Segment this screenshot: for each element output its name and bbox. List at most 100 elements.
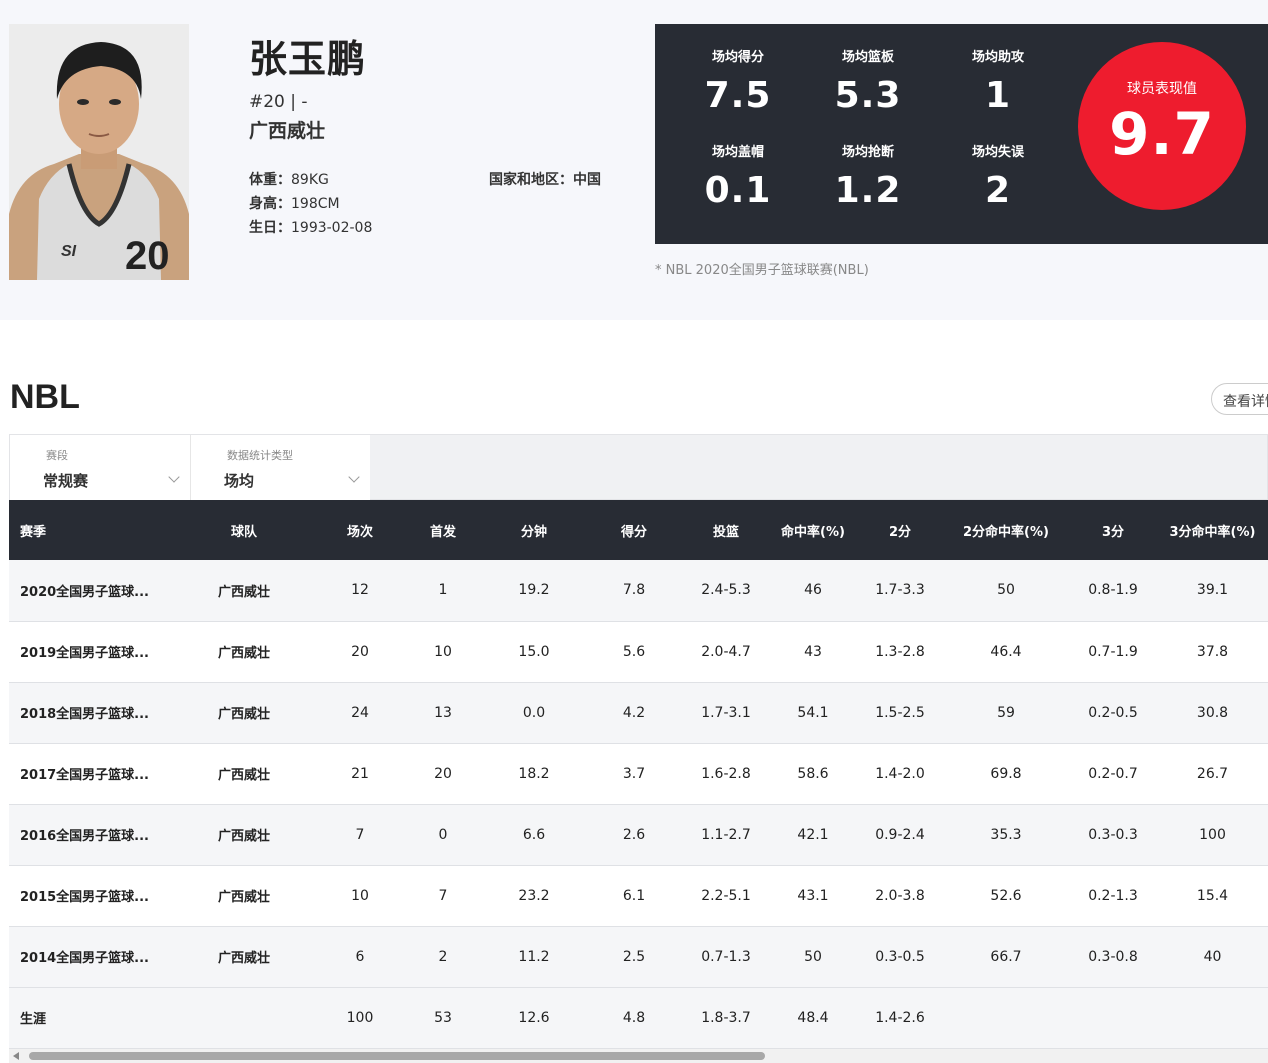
season-cell: 2019全国男子篮球... bbox=[9, 621, 171, 683]
team-cell[interactable]: 广西威壮 bbox=[171, 865, 317, 927]
weight-label: 体重： bbox=[249, 172, 291, 188]
stat-cell: 43 bbox=[769, 621, 857, 683]
stat-cell: 2.2-5.1 bbox=[683, 865, 769, 927]
table-row: 2016全国男子篮球... 广西威壮 7 0 6.6 2.6 1.1-2.7 42.1 0.9-… bbox=[9, 804, 1268, 866]
stat-cell: 2.5 bbox=[585, 926, 683, 988]
filter-bar: 赛段 常规赛 数据统计类型 场均 bbox=[9, 434, 1268, 501]
view-details-button[interactable]: 查看详情 bbox=[1211, 383, 1268, 415]
team-cell[interactable]: 广西威壮 bbox=[171, 743, 317, 805]
table-row: 2014全国男子篮球... 广西威壮 6 2 11.2 2.5 0.7-1.3 50 0.3-0… bbox=[9, 926, 1268, 988]
table-header-row: 赛季 球队 场次 首发 分钟 得分 投篮 命中率(%) 2分 2分命中率(%) … bbox=[9, 500, 1268, 560]
team-cell[interactable]: 广西威壮 bbox=[171, 804, 317, 866]
stat-cell: 54.1 bbox=[769, 682, 857, 744]
stat-cell: 3.7 bbox=[585, 743, 683, 805]
stat-cell: 7.8 bbox=[585, 560, 683, 622]
player-weight: 体重：89KG bbox=[249, 169, 329, 189]
profile-header: SI 20 张玉鹏 #20 | - 广西威壮 体重：89KG 身高：198CM … bbox=[0, 0, 1268, 320]
stat-cell: 2 bbox=[403, 926, 483, 988]
stat-cell: 0.2-1.3 bbox=[1069, 865, 1157, 927]
stat-cell: 50 bbox=[769, 926, 857, 988]
season-cell: 2015全国男子篮球... bbox=[9, 865, 171, 927]
scroll-thumb[interactable] bbox=[29, 1052, 765, 1060]
stat-cell: 7 bbox=[317, 804, 403, 866]
team-cell[interactable]: 广西威壮 bbox=[171, 560, 317, 622]
stat-cell: 0 bbox=[403, 804, 483, 866]
stat-cell: 2.0-4.7 bbox=[683, 621, 769, 683]
team-cell[interactable]: 广西威壮 bbox=[171, 926, 317, 988]
table-row: 2019全国男子篮球... 广西威壮 20 10 15.0 5.6 2.0-4.7 43 1.3… bbox=[9, 621, 1268, 683]
stat-cell: 66.7 bbox=[943, 926, 1069, 988]
stat-cell: 58.6 bbox=[769, 743, 857, 805]
stat-type-select-label: 数据统计类型 bbox=[227, 449, 293, 462]
stat-type-select[interactable]: 数据统计类型 场均 bbox=[190, 435, 370, 501]
country-label: 国家和地区： bbox=[489, 172, 573, 188]
scroll-left-arrow-icon[interactable] bbox=[13, 1052, 19, 1060]
stat-cell: 100 bbox=[1157, 804, 1268, 866]
performance-label: 球员表现值 bbox=[1127, 81, 1197, 97]
performance-score-badge: 球员表现值 9.7 bbox=[1078, 42, 1246, 210]
stat-cell: 48.4 bbox=[769, 987, 857, 1049]
stage-select-value: 常规赛 bbox=[43, 472, 89, 490]
stat-cell: 0.3-0.5 bbox=[857, 926, 943, 988]
stat-blocks-label: 场均盖帽 bbox=[711, 145, 764, 160]
stat-cell: 20 bbox=[403, 743, 483, 805]
stat-cell: 0.9-2.4 bbox=[857, 804, 943, 866]
stat-cell: 37.8 bbox=[1157, 621, 1268, 683]
col-header: 投篮 bbox=[683, 500, 769, 560]
player-name: 张玉鹏 bbox=[249, 37, 367, 81]
col-header: 赛季 bbox=[9, 500, 171, 560]
col-header: 球队 bbox=[171, 500, 317, 560]
stat-cell: 6.6 bbox=[483, 804, 585, 866]
stat-cell: 1.7-3.1 bbox=[683, 682, 769, 744]
table-row: 2018全国男子篮球... 广西威壮 24 13 0.0 4.2 1.7-3.1 54.1 1.… bbox=[9, 682, 1268, 744]
stat-cell: 59 bbox=[943, 682, 1069, 744]
birth-value: 1993-02-08 bbox=[291, 220, 373, 236]
col-header: 2分命中率(%) bbox=[943, 500, 1069, 560]
stage-select[interactable]: 赛段 常规赛 bbox=[10, 435, 190, 501]
col-header: 3分命中率(%) bbox=[1157, 500, 1268, 560]
stat-cell: 69.8 bbox=[943, 743, 1069, 805]
stat-assists-value: 1 bbox=[984, 75, 1012, 116]
stat-cell: 2.4-5.3 bbox=[683, 560, 769, 622]
stat-cell: 1.6-2.8 bbox=[683, 743, 769, 805]
stat-cell: 6 bbox=[317, 926, 403, 988]
weight-value: 89KG bbox=[291, 172, 329, 188]
team-cell bbox=[171, 987, 317, 1049]
player-birth: 生日：1993-02-08 bbox=[249, 217, 372, 237]
stat-cell: 50 bbox=[943, 560, 1069, 622]
country-value: 中国 bbox=[573, 172, 601, 188]
team-cell[interactable]: 广西威壮 bbox=[171, 621, 317, 683]
stat-cell: 1.8-3.7 bbox=[683, 987, 769, 1049]
stat-cell: 4.8 bbox=[585, 987, 683, 1049]
stat-points-value: 7.5 bbox=[704, 75, 772, 116]
stat-cell: 1.5-2.5 bbox=[857, 682, 943, 744]
jersey-number-print: 20 bbox=[125, 234, 170, 278]
table-body: 2020全国男子篮球... 广西威壮 12 1 19.2 7.8 2.4-5.3 46 1.7-… bbox=[9, 560, 1268, 1049]
stat-assists: 场均助攻 1 bbox=[943, 46, 1053, 116]
stat-cell: 39.1 bbox=[1157, 560, 1268, 622]
stat-cell: 0.3-0.8 bbox=[1069, 926, 1157, 988]
stat-cell: 43.1 bbox=[769, 865, 857, 927]
stat-cell: 2.0-3.8 bbox=[857, 865, 943, 927]
table-row: 2017全国男子篮球... 广西威壮 21 20 18.2 3.7 1.6-2.8 58.6 1… bbox=[9, 743, 1268, 805]
stat-cell: 40 bbox=[1157, 926, 1268, 988]
col-header: 分钟 bbox=[483, 500, 585, 560]
stat-cell: 7 bbox=[403, 865, 483, 927]
stat-cell bbox=[1069, 987, 1157, 1049]
stat-cell: 10 bbox=[403, 621, 483, 683]
season-cell: 2020全国男子篮球... bbox=[9, 560, 171, 622]
stat-rebounds-label: 场均篮板 bbox=[841, 50, 894, 65]
stat-turnovers: 场均失误 2 bbox=[943, 141, 1053, 211]
stat-cell: 52.6 bbox=[943, 865, 1069, 927]
player-team: 广西威壮 bbox=[249, 120, 326, 142]
season-stats-table: 赛季 球队 场次 首发 分钟 得分 投篮 命中率(%) 2分 2分命中率(%) … bbox=[9, 500, 1268, 1049]
team-cell[interactable]: 广西威壮 bbox=[171, 682, 317, 744]
stat-turnovers-label: 场均失误 bbox=[971, 145, 1024, 160]
player-number: #20 | - bbox=[249, 92, 308, 112]
stat-cell: 0.7-1.9 bbox=[1069, 621, 1157, 683]
stat-cell: 26.7 bbox=[1157, 743, 1268, 805]
section-title: NBL bbox=[10, 378, 80, 416]
stat-cell: 30.8 bbox=[1157, 682, 1268, 744]
horizontal-scrollbar[interactable] bbox=[9, 1049, 1268, 1063]
stat-cell: 46.4 bbox=[943, 621, 1069, 683]
